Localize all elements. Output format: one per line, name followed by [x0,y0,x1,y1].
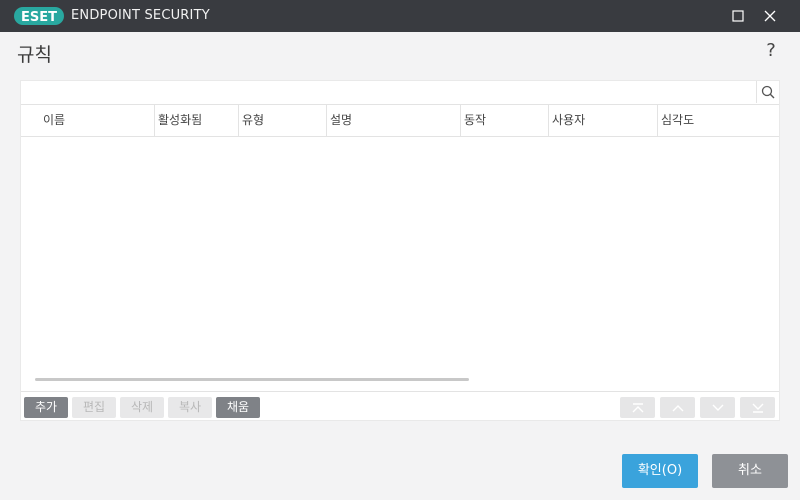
rules-toolbar: 추가 편집 삭제 복사 채움 [21,391,779,421]
logo-text: ESET [21,10,57,25]
column-header-name[interactable]: 이름 [39,104,154,136]
search-bar [21,81,779,105]
add-button[interactable]: 추가 [24,397,68,418]
column-header-type[interactable]: 유형 [238,104,326,136]
close-button[interactable] [754,0,786,32]
product-name: ENDPOINT SECURITY [71,8,210,23]
horizontal-scrollbar[interactable] [35,378,469,381]
maximize-button[interactable] [722,0,754,32]
column-header-enabled[interactable]: 활성화됨 [154,104,238,136]
move-down-icon [712,404,723,411]
cancel-button[interactable]: 취소 [712,454,788,488]
column-header-description[interactable]: 설명 [326,104,460,136]
eset-logo-icon: ESET [14,7,64,25]
rules-panel: 이름 활성화됨 유형 설명 동작 사용자 심각도 추가 편집 삭제 복사 채움 [20,80,780,421]
column-header-severity[interactable]: 심각도 [657,104,779,136]
help-button[interactable]: ? [762,40,780,62]
move-top-button[interactable] [620,397,655,418]
search-icon [761,85,775,99]
move-up-button[interactable] [660,397,695,418]
column-header-user[interactable]: 사용자 [548,104,657,136]
edit-button[interactable]: 편집 [72,397,116,418]
populate-button[interactable]: 채움 [216,397,260,418]
move-up-icon [672,404,683,411]
copy-button[interactable]: 복사 [168,397,212,418]
table-body [21,137,779,373]
search-input[interactable] [21,81,755,103]
move-down-button[interactable] [700,397,735,418]
title-bar: ESET ENDPOINT SECURITY [0,0,800,32]
move-bottom-icon [752,403,763,413]
close-icon [764,10,776,22]
ok-button[interactable]: 확인(O) [622,454,698,488]
move-top-icon [632,402,643,412]
search-button[interactable] [756,81,779,103]
column-header-action[interactable]: 동작 [460,104,548,136]
delete-button[interactable]: 삭제 [120,397,164,418]
page-title: 규칙 [17,44,52,66]
table-header: 이름 활성화됨 유형 설명 동작 사용자 심각도 [21,104,779,137]
maximize-icon [732,10,744,22]
move-bottom-button[interactable] [740,397,775,418]
